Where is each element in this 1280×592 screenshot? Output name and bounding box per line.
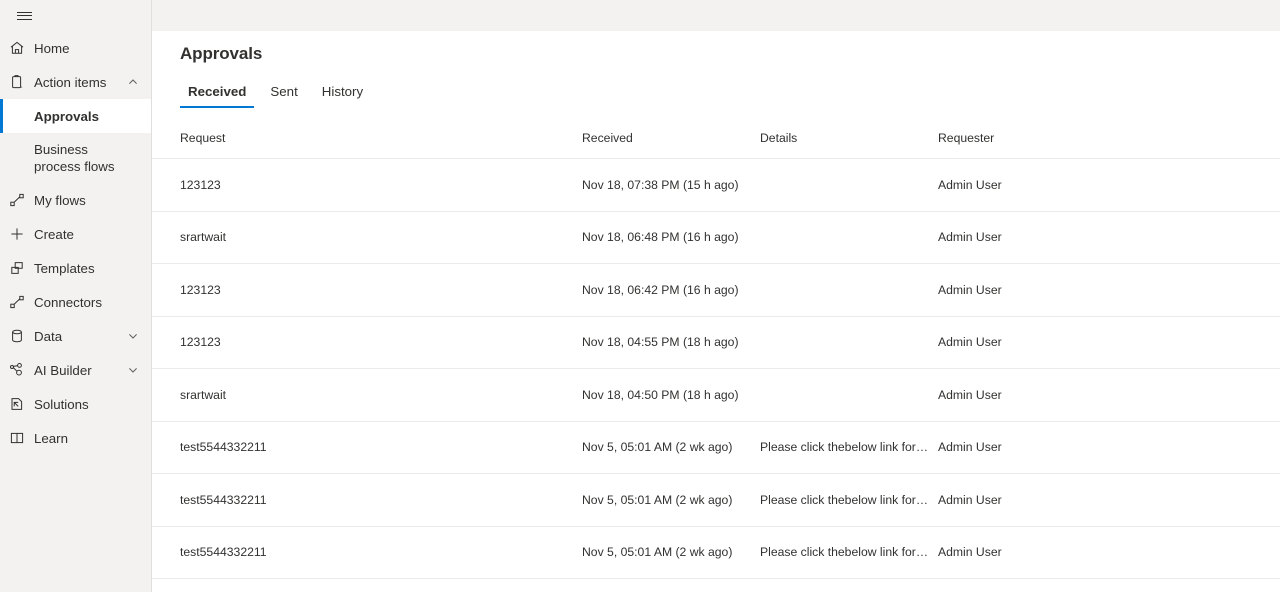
cell-details: Please click thebelow link for the ap… (760, 440, 938, 454)
cell-request: test5544332211 (180, 545, 582, 559)
book-icon (0, 421, 34, 455)
cell-requester: Admin User (938, 388, 1138, 402)
sidebar-item-action-items[interactable]: Action items (0, 65, 151, 99)
sidebar-item-label: Action items (34, 66, 125, 99)
sidebar-item-solutions[interactable]: Solutions (0, 387, 151, 421)
hamburger-bar (17, 15, 32, 16)
tab-bar: Received Sent History (180, 78, 379, 108)
cell-details: Please click thebelow link for the ap… (760, 545, 938, 559)
sidebar-item-label: Home (34, 32, 125, 65)
chevron-down-icon (125, 364, 141, 376)
chevron-down-icon (125, 330, 141, 342)
solutions-icon (0, 387, 34, 421)
page-title: Approvals (180, 44, 262, 64)
sidebar-item-label: Templates (34, 252, 125, 285)
table-row[interactable]: srartwaitNov 18, 06:48 PM (16 h ago) Admi… (152, 212, 1280, 265)
sidebar-item-label: My flows (34, 184, 125, 217)
templates-icon (0, 251, 34, 285)
connectors-icon (0, 285, 34, 319)
database-icon (0, 319, 34, 353)
cell-requester: Admin User (938, 335, 1138, 349)
cell-request: 123123 (180, 283, 582, 297)
sidebar-item-label: Data (34, 320, 125, 353)
cell-requester: Admin User (938, 283, 1138, 297)
hamburger-bar (17, 19, 32, 20)
sidebar-item-label: Learn (34, 422, 125, 455)
selected-indicator (0, 99, 3, 133)
tab-active-underline (180, 106, 254, 108)
sidebar-item-my-flows[interactable]: My flows (0, 183, 151, 217)
main-content: Approvals ReceivedSentHistory RequestRec… (152, 31, 1280, 592)
cell-received: Nov 18, 06:48 PM (16 h ago) (582, 230, 760, 244)
cell-details: Please click thebelow link for the ap… (760, 493, 938, 507)
tab-received[interactable]: Received (180, 84, 254, 108)
cell-request: test5544332211 (180, 493, 582, 507)
table-row[interactable]: test5544332211Nov 5, 05:01 AM (2 wk ago)… (152, 474, 1280, 527)
sidebar-item-label: Solutions (34, 388, 125, 421)
top-bar (0, 0, 1280, 31)
hamburger-menu-icon[interactable] (0, 0, 48, 31)
cell-request: srartwait (180, 388, 582, 402)
table-body: 123123Nov 18, 07:38 PM (15 h ago)Admin U… (152, 159, 1280, 579)
column-header-details[interactable]: Details (760, 131, 938, 145)
table-row[interactable]: test5544332211Nov 5, 05:01 AM (2 wk ago)… (152, 527, 1280, 580)
sidebar-item-ai-builder[interactable]: AI Builder (0, 353, 151, 387)
sidebar-item-label: Business process flows (34, 133, 125, 183)
ai-builder-icon (0, 353, 34, 387)
column-header-request[interactable]: Request (180, 131, 582, 145)
chevron-up-icon (125, 76, 141, 88)
table-header-row: RequestReceivedDetailsRequester (152, 118, 1280, 159)
cell-received: Nov 5, 05:01 AM (2 wk ago) (582, 440, 760, 454)
tab-sent[interactable]: Sent (262, 84, 305, 108)
cell-request: 123123 (180, 178, 582, 192)
sidebar-item-learn[interactable]: Learn (0, 421, 151, 455)
sidebar: HomeAction itemsApprovalsBusiness proces… (0, 0, 152, 592)
sidebar-item-label: Connectors (34, 286, 125, 319)
table-row[interactable]: 123123Nov 18, 06:42 PM (16 h ago) Admin U… (152, 264, 1280, 317)
cell-received: Nov 18, 04:50 PM (18 h ago) (582, 388, 760, 402)
cell-request: srartwait (180, 230, 582, 244)
sidebar-nav-list: HomeAction itemsApprovalsBusiness proces… (0, 31, 151, 455)
cell-requester: Admin User (938, 230, 1138, 244)
cell-received: Nov 5, 05:01 AM (2 wk ago) (582, 545, 760, 559)
sidebar-item-label: Create (34, 218, 125, 251)
sidebar-item-home[interactable]: Home (0, 31, 151, 65)
flow-icon (0, 183, 34, 217)
tab-history[interactable]: History (314, 84, 371, 108)
table-row[interactable]: srartwaitNov 18, 04:50 PM (18 h ago) Admi… (152, 369, 1280, 422)
cell-requester: Admin User (938, 440, 1138, 454)
cell-requester: Admin User (938, 178, 1138, 192)
sidebar-item-approvals[interactable]: Approvals (0, 99, 151, 133)
tab-label: Sent (270, 84, 297, 99)
clipboard-icon (0, 65, 34, 99)
sidebar-item-business-process-flows[interactable]: Business process flows (0, 133, 151, 183)
cell-received: Nov 5, 05:01 AM (2 wk ago) (582, 493, 760, 507)
tab-label: Received (188, 84, 246, 99)
sidebar-item-connectors[interactable]: Connectors (0, 285, 151, 319)
sidebar-item-create[interactable]: Create (0, 217, 151, 251)
tab-label: History (322, 84, 363, 99)
cell-request: 123123 (180, 335, 582, 349)
cell-requester: Admin User (938, 545, 1138, 559)
column-header-received[interactable]: Received (582, 131, 760, 145)
home-icon (0, 31, 34, 65)
sidebar-item-templates[interactable]: Templates (0, 251, 151, 285)
table-row[interactable]: 123123Nov 18, 04:55 PM (18 h ago) Admin U… (152, 317, 1280, 370)
cell-received: Nov 18, 04:55 PM (18 h ago) (582, 335, 760, 349)
cell-received: Nov 18, 07:38 PM (15 h ago) (582, 178, 760, 192)
hamburger-bar (17, 12, 32, 13)
sidebar-item-label: AI Builder (34, 354, 125, 387)
plus-icon (0, 217, 34, 251)
sidebar-item-data[interactable]: Data (0, 319, 151, 353)
cell-request: test5544332211 (180, 440, 582, 454)
table-row[interactable]: test5544332211Nov 5, 05:01 AM (2 wk ago)… (152, 422, 1280, 475)
sidebar-item-label: Approvals (34, 100, 125, 133)
cell-requester: Admin User (938, 493, 1138, 507)
cell-received: Nov 18, 06:42 PM (16 h ago) (582, 283, 760, 297)
column-header-requester[interactable]: Requester (938, 131, 1138, 145)
approvals-table: RequestReceivedDetailsRequester 123123No… (152, 118, 1280, 579)
table-row[interactable]: 123123Nov 18, 07:38 PM (15 h ago) Admin U… (152, 159, 1280, 212)
